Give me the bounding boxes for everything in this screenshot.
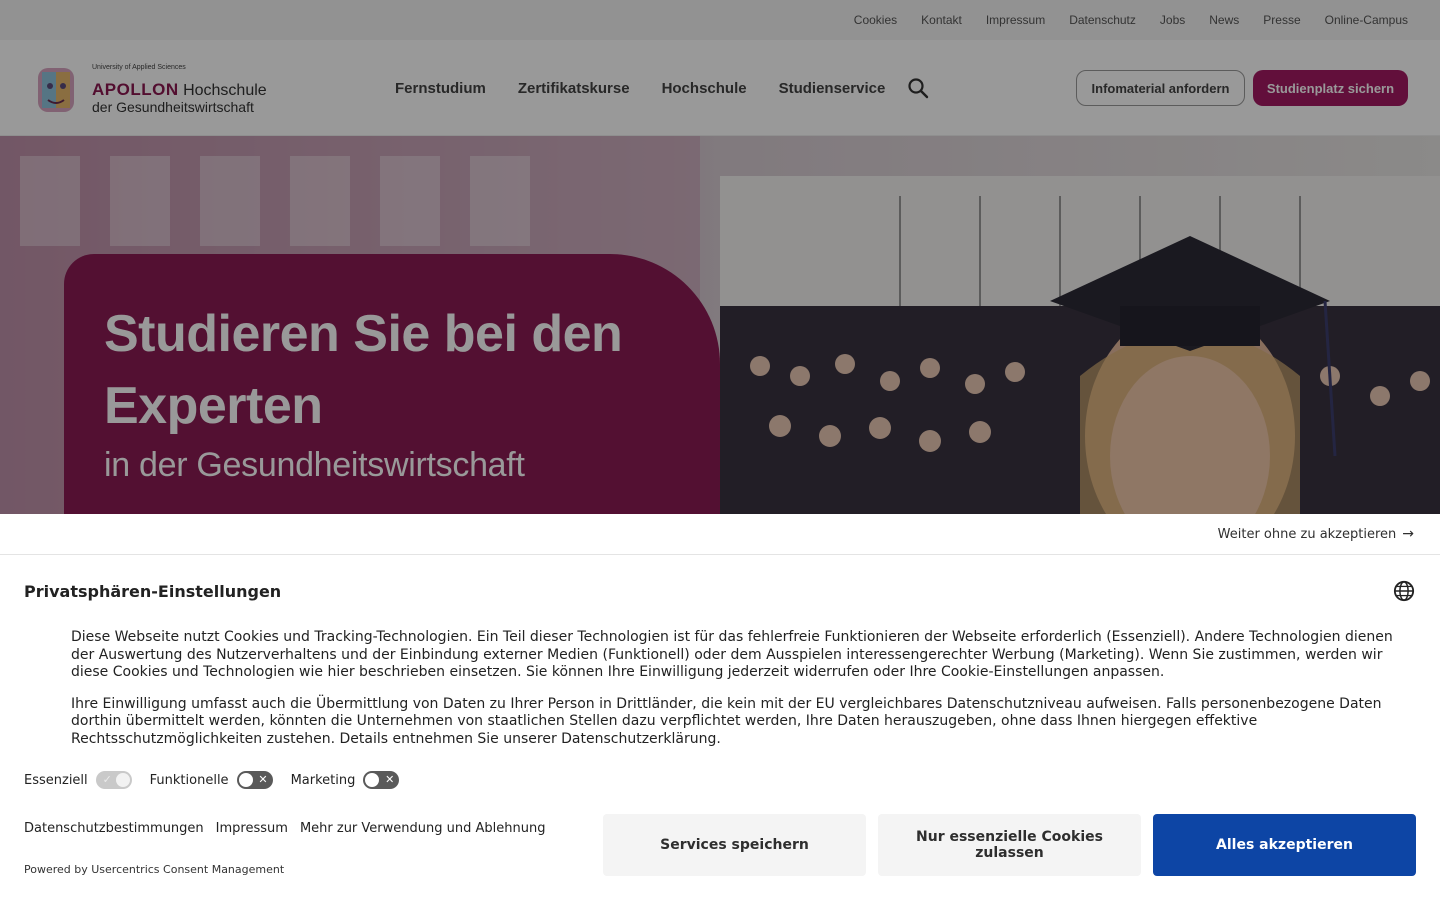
toggle-knob (238, 773, 253, 787)
checkmark-icon: ✓ (102, 773, 112, 786)
continue-without-accepting-link[interactable]: Weiter ohne zu akzeptieren → (1218, 526, 1414, 542)
arrow-right-icon: → (1402, 526, 1414, 542)
toggle-essenziell: ✓ (95, 771, 132, 789)
x-icon: ✕ (385, 773, 395, 786)
cookie-consent-panel: Weiter ohne zu akzeptieren → Privatsphär… (0, 514, 1440, 900)
consent-category-toggles: Essenziell ✓ Funktionelle ✕ Marketing ✕ (24, 771, 400, 789)
page-dim-overlay (0, 0, 1440, 514)
x-icon: ✕ (258, 773, 268, 786)
more-info-link[interactable]: Mehr zur Verwendung und Ablehnung (300, 821, 546, 836)
consent-paragraph-1: Diese Webseite nutzt Cookies und Trackin… (71, 629, 1393, 680)
toggle-label-essenziell: Essenziell (24, 772, 88, 788)
accept-all-button[interactable]: Alles akzeptieren (1153, 814, 1416, 876)
consent-description: Diese Webseite nutzt Cookies und Trackin… (71, 629, 1401, 748)
language-globe-icon[interactable] (1393, 580, 1415, 602)
powered-by-text: Powered by Usercentrics Consent Manageme… (24, 863, 285, 876)
consent-paragraph-2: Ihre Einwilligung umfasst auch die Überm… (71, 695, 1382, 747)
toggle-group-marketing: Marketing ✕ (291, 771, 400, 789)
toggle-knob (115, 773, 130, 787)
continue-without-accepting-label: Weiter ohne zu akzeptieren (1217, 526, 1397, 542)
consent-top-bar: Weiter ohne zu akzeptieren → (0, 514, 1440, 555)
consent-title: Privatsphären-Einstellungen (24, 582, 282, 601)
privacy-policy-link[interactable]: Datenschutzbestimmungen (24, 821, 204, 836)
toggle-marketing[interactable]: ✕ (363, 771, 400, 789)
consent-links: Datenschutzbestimmungen Impressum Mehr z… (24, 821, 545, 836)
toggle-knob (365, 773, 380, 787)
save-services-button[interactable]: Services speichern (603, 814, 866, 876)
toggle-group-funktionelle: Funktionelle ✕ (150, 771, 273, 789)
toggle-funktionelle[interactable]: ✕ (236, 771, 273, 789)
toggle-label-funktionelle: Funktionelle (149, 772, 229, 788)
essential-only-button[interactable]: Nur essenzielle Cookies zulassen (878, 814, 1141, 876)
imprint-link[interactable]: Impressum (216, 821, 288, 836)
toggle-label-marketing: Marketing (290, 772, 356, 788)
toggle-group-essenziell: Essenziell ✓ (24, 771, 132, 789)
